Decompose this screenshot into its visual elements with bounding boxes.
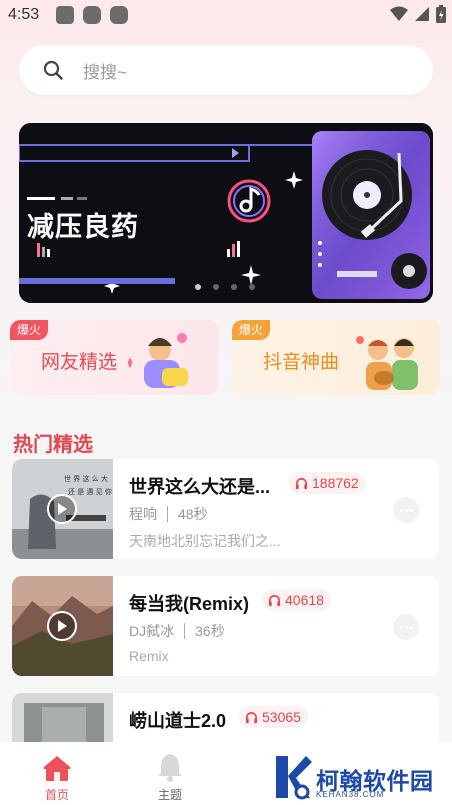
song-artist: DJ弑冰 [129,623,175,639]
watermark: 柯翰软件园 KEHAN38.COM [272,750,442,802]
status-bar: 4:53 [0,0,452,32]
wifi-icon [390,6,408,21]
song-duration: 36秒 [195,623,225,639]
notification-icon [110,6,128,24]
hot-badge: 爆火 [232,320,271,340]
song-card[interactable]: 每当我(Remix) 40618 DJ弑冰 36秒 Remix [12,576,439,676]
song-meta: DJ弑冰 36秒 [129,621,225,641]
song-description: 天南地北别忘记我们之... [129,533,281,549]
play-button[interactable] [47,611,77,641]
play-count: 188762 [289,472,366,494]
more-button[interactable] [393,497,419,523]
play-count: 53065 [239,706,308,728]
nav-theme-label: 主题 [157,788,182,802]
section-title: 热门精选 [13,434,93,456]
notification-icon [56,6,74,24]
song-title: 世界这么大还是... [129,477,271,497]
listener-illustration [128,333,188,388]
banner-dot [231,284,237,290]
search-placeholder: 搜搜~ [83,62,127,82]
banner-dot [195,284,201,290]
svg-text:还 是 遇 见 你: 还 是 遇 见 你 [68,487,112,496]
nav-home[interactable]: 首页 [27,742,87,805]
hot-badge: 爆火 [10,320,49,340]
play-count-value: 188762 [312,475,359,491]
divider [167,506,168,522]
banner-carousel[interactable]: 减压良药 [19,123,433,303]
play-count-value: 53065 [262,709,301,725]
song-title: 每当我(Remix) [129,594,250,614]
song-card[interactable]: 世 界 这 么 大 还 是 遇 见 你 世界这么大还是... 188762 程响… [12,459,439,559]
banner-dot [213,284,219,290]
song-meta: 程响 48秒 [129,504,208,524]
song-duration: 48秒 [178,506,208,522]
search-icon [43,60,63,80]
play-count: 40618 [262,589,331,611]
bell-icon [158,754,182,782]
more-button[interactable] [393,614,419,640]
song-artist: 程响 [129,506,157,522]
song-cover [12,576,113,676]
headphones-icon [245,711,258,723]
banner-title: 减压良药 [27,212,139,242]
singers-illustration [356,336,418,390]
play-icon [58,503,67,515]
battery-icon [436,5,446,23]
banner-dot [249,284,255,290]
svg-text:世 界 这 么 大: 世 界 这 么 大 [64,474,108,483]
nav-theme[interactable]: 主题 [140,742,200,805]
play-icon [58,620,67,632]
category-netizen-picks[interactable]: 爆火 网友精选 [10,320,218,395]
headphones-icon [295,477,308,489]
nav-home-label: 首页 [44,788,69,802]
signal-icon [415,7,429,21]
song-description: Remix [129,648,169,664]
category-label: 网友精选 [41,352,118,373]
divider [184,623,186,639]
status-time: 4:53 [8,6,40,23]
category-label: 抖音神曲 [263,352,340,373]
song-cover: 世 界 这 么 大 还 是 遇 见 你 [12,459,113,559]
banner-indicator [195,284,255,290]
search-input[interactable]: 搜搜~ [19,45,433,95]
watermark-subtext: KEHAN38.COM [316,790,385,799]
notification-icon [83,6,101,24]
category-douyin-hits[interactable]: 爆火 抖音神曲 [232,320,440,395]
home-icon [43,756,71,781]
headphones-icon [268,594,281,606]
watermark-logo [276,756,312,800]
play-button[interactable] [47,494,77,524]
play-count-value: 40618 [285,592,324,608]
song-title: 崂山道士2.0 [129,711,227,731]
